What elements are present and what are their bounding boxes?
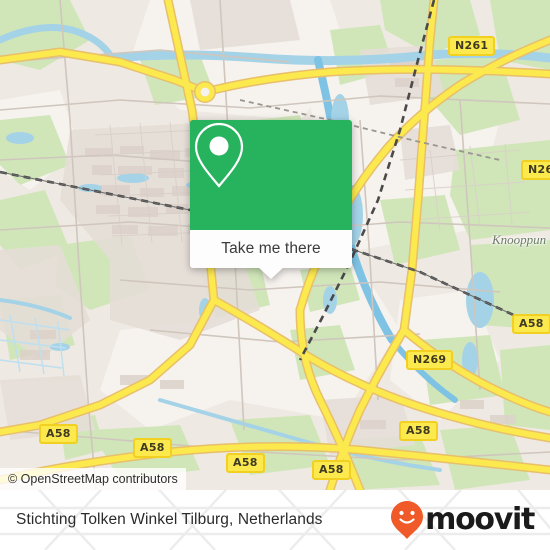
road-shield-a58-center: A58 [399, 421, 438, 441]
moovit-logo[interactable]: moovit [390, 500, 535, 540]
road-shield-n269: N269 [406, 350, 454, 370]
osm-attribution-label: © OpenStreetMap contributors [8, 472, 178, 486]
map-page: N261 N261 A58 N269 A58 A58 A58 A58 A58 K… [0, 0, 550, 550]
road-shield-a58-south2: A58 [312, 460, 351, 480]
location-popup-card[interactable]: Take me there [190, 120, 352, 279]
moovit-wordmark: moovit [425, 502, 535, 537]
osm-attribution[interactable]: © OpenStreetMap contributors [0, 468, 186, 490]
road-shield-a58-west2: A58 [133, 438, 172, 458]
road-shield-a58-south: A58 [226, 453, 265, 473]
popup-pin-panel [190, 120, 352, 230]
road-shield-n261-north: N261 [448, 36, 496, 56]
location-pin-icon [194, 122, 244, 188]
moovit-smiley-pin-icon [391, 501, 424, 539]
popup-tail [258, 267, 284, 279]
road-shield-a58-west: A58 [39, 424, 78, 444]
take-me-there-label: Take me there [221, 240, 321, 257]
map-canvas[interactable]: N261 N261 A58 N269 A58 A58 A58 A58 A58 K… [0, 0, 550, 490]
place-label-knooppunt: Knooppun [492, 232, 547, 247]
footer-bar: Stichting Tolken Winkel Tilburg, Netherl… [0, 490, 550, 550]
take-me-there-button[interactable]: Take me there [190, 230, 352, 279]
road-shield-n261-east: N261 [521, 160, 550, 180]
road-shield-a58-east: A58 [512, 314, 550, 334]
page-title: Stichting Tolken Winkel Tilburg, Netherl… [16, 511, 323, 528]
